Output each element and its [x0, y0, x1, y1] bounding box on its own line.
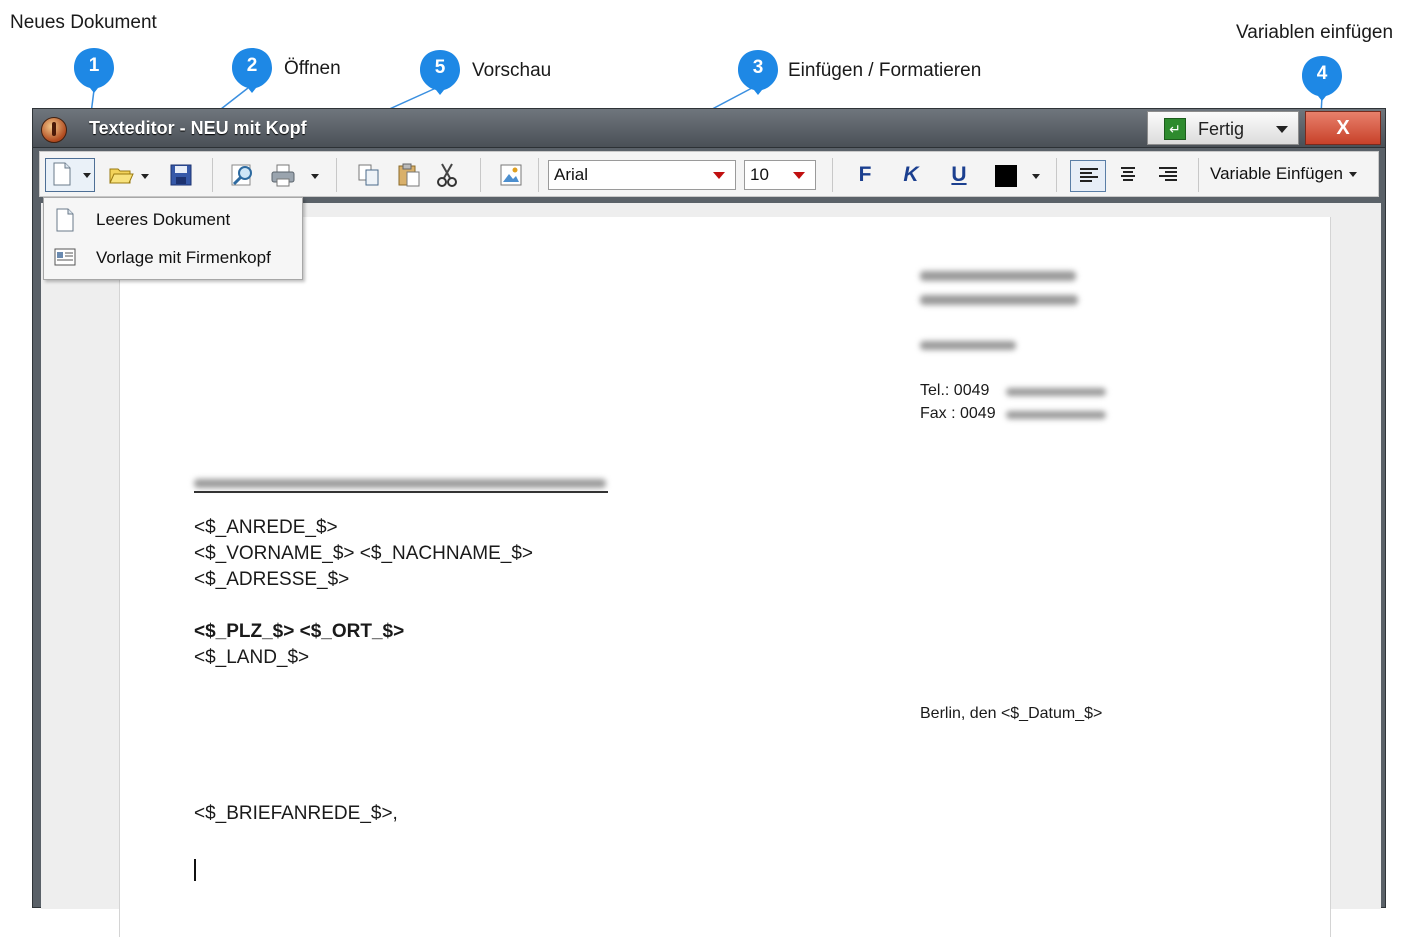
redacted-street — [920, 295, 1078, 305]
document-page[interactable]: Tel.: 0049 Fax : 0049 <$_ANREDE_$> <$_VO… — [119, 217, 1331, 937]
new-document-button[interactable] — [45, 158, 95, 192]
date-line: Berlin, den <$_Datum_$> — [920, 705, 1103, 722]
text-color-swatch[interactable] — [995, 165, 1017, 187]
fax-line: Fax : 0049 — [920, 405, 996, 422]
text-cursor — [194, 859, 196, 881]
menu-item-template[interactable]: Vorlage mit Firmenkopf — [44, 240, 302, 276]
enter-arrow-icon: ↵ — [1164, 118, 1186, 140]
menu-item-label: Vorlage mit Firmenkopf — [96, 248, 271, 267]
toolbar-separator — [832, 158, 833, 192]
printer-icon[interactable] — [270, 162, 296, 188]
callout-badge-4: 4 — [1300, 54, 1344, 102]
chevron-down-icon[interactable] — [83, 173, 91, 178]
callout-label-open: Öffnen — [284, 58, 341, 79]
cut-scissors-icon[interactable] — [434, 162, 460, 188]
var-anrede: <$_ANREDE_$> — [194, 517, 338, 538]
callout-label-preview: Vorschau — [472, 60, 552, 81]
fertig-button[interactable]: ↵ Fertig — [1147, 111, 1299, 145]
open-folder-icon[interactable] — [108, 162, 134, 188]
callout-label-insert-format: Einfügen / Formatieren — [788, 60, 982, 81]
save-disk-icon[interactable] — [168, 162, 194, 188]
align-right-button[interactable] — [1150, 160, 1186, 192]
chevron-down-icon — [793, 172, 805, 179]
align-center-button[interactable] — [1110, 160, 1146, 192]
callout-badge-3: 3 — [736, 48, 780, 96]
menu-item-blank-document[interactable]: Leeres Dokument — [44, 202, 302, 238]
callout-badge-1: 1 — [72, 46, 116, 94]
window-title: Texteditor - NEU mit Kopf — [89, 118, 307, 138]
toolbar-separator — [336, 158, 337, 192]
callout-label-new-document: Neues Dokument — [10, 12, 157, 33]
template-icon — [54, 246, 76, 270]
var-plz-ort: <$_PLZ_$> <$_ORT_$> — [194, 621, 405, 642]
paste-icon[interactable] — [396, 162, 422, 188]
toolbar-separator — [212, 158, 213, 192]
app-info-icon — [41, 117, 67, 143]
align-right-icon — [1159, 167, 1177, 185]
chevron-down-icon — [1348, 172, 1357, 178]
redacted-fax — [1006, 411, 1106, 419]
redacted-company-name — [920, 271, 1076, 281]
font-size-value: 10 — [750, 165, 769, 184]
tel-line: Tel.: 0049 — [920, 382, 990, 399]
toolbar-separator — [1198, 158, 1199, 192]
menu-item-label: Leeres Dokument — [96, 210, 231, 229]
copy-icon[interactable] — [356, 162, 382, 188]
align-center-icon — [1119, 167, 1137, 185]
align-left-button[interactable] — [1070, 160, 1106, 192]
toolbar-separator — [538, 158, 539, 192]
new-document-menu: Leeres Dokument Vorlage mit Firmenkopf — [43, 197, 303, 280]
insert-variable-label: Variable Einfügen — [1210, 164, 1343, 183]
close-button[interactable]: X — [1305, 111, 1381, 145]
chevron-down-icon[interactable] — [1276, 126, 1288, 133]
redacted-sender-line — [194, 479, 606, 488]
sender-line-underline — [194, 491, 608, 493]
toolbar: Arial 10 F K U Variable Einfügen — [39, 151, 1379, 197]
font-family-value: Arial — [554, 165, 589, 184]
fertig-button-label: Fertig — [1198, 119, 1245, 139]
var-vorname-nachname: <$_VORNAME_$> <$_NACHNAME_$> — [194, 543, 533, 564]
var-briefanrede: <$_BRIEFANREDE_$>, — [194, 803, 398, 824]
font-size-select[interactable]: 10 — [744, 160, 816, 190]
title-bar[interactable]: Texteditor - NEU mit Kopf ↵ Fertig X — [33, 109, 1385, 148]
callout-badge-2: 2 — [230, 46, 274, 94]
blank-document-icon — [54, 208, 76, 232]
new-document-icon — [52, 162, 72, 186]
var-adresse: <$_ADRESSE_$> — [194, 569, 350, 590]
callout-label-insert-variables: Variablen einfügen — [1236, 22, 1394, 43]
redacted-city — [920, 341, 1016, 350]
chevron-down-icon — [713, 172, 725, 179]
insert-variable-button[interactable]: Variable Einfügen — [1210, 164, 1357, 184]
chevron-down-icon[interactable] — [311, 174, 319, 179]
toolbar-separator — [1056, 158, 1057, 192]
font-family-select[interactable]: Arial — [548, 160, 736, 190]
italic-button[interactable]: K — [898, 162, 924, 188]
align-left-icon — [1080, 168, 1098, 186]
insert-image-icon[interactable] — [498, 162, 524, 188]
toolbar-separator — [480, 158, 481, 192]
underline-button[interactable]: U — [946, 162, 972, 188]
var-land: <$_LAND_$> — [194, 647, 310, 668]
callout-badge-5: 5 — [418, 48, 462, 96]
chevron-down-icon[interactable] — [141, 174, 149, 179]
editor-area[interactable]: Tel.: 0049 Fax : 0049 <$_ANREDE_$> <$_VO… — [41, 203, 1381, 937]
preview-magnifier-icon[interactable] — [230, 162, 256, 188]
redacted-phone — [1006, 388, 1106, 396]
bold-button[interactable]: F — [852, 162, 878, 188]
chevron-down-icon[interactable] — [1032, 174, 1040, 179]
